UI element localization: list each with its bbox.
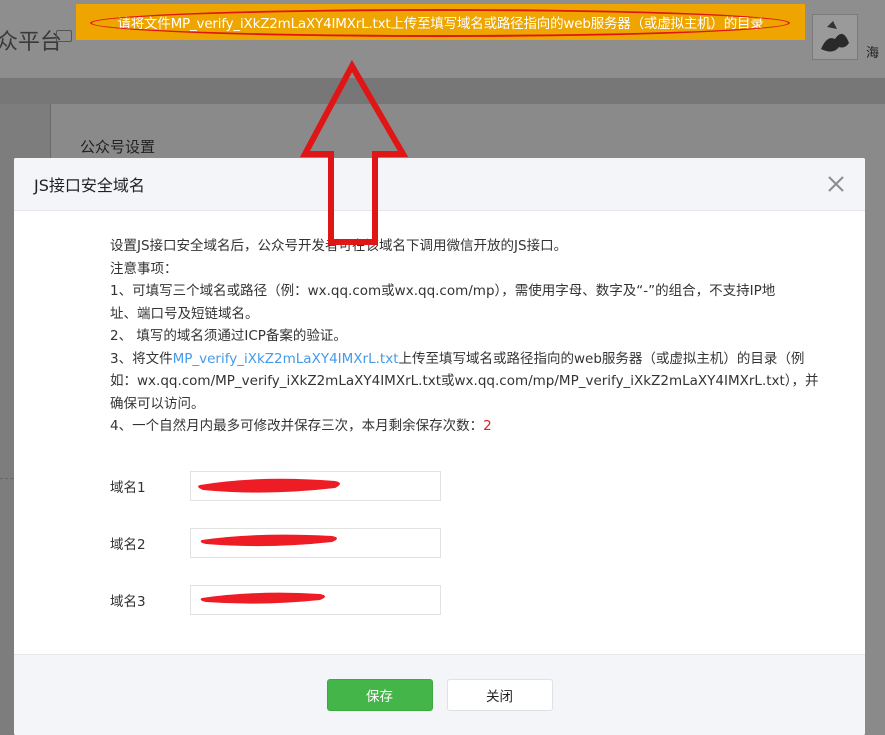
note-1-line-2: 址、端口号及短链域名。 (110, 305, 259, 322)
domain-row-1: 域名1 (110, 458, 865, 515)
domain-label-2: 域名2 (110, 537, 146, 553)
note-4: 4、一个自然月内最多可修改并保存三次，本月剩余保存次数：2 (110, 415, 865, 438)
domain-input-1[interactable] (190, 471, 441, 501)
description: 设置JS接口安全域名后，公众号开发者可在该域名下调用微信开放的JS接口。 注意事… (110, 235, 865, 438)
note-4-prefix: 4、一个自然月内最多可修改并保存三次，本月剩余保存次数： (110, 418, 484, 434)
note-3-line-1: 3、将文件MP_verify_iXkZ2mLaXY4IMXrL.txt上传至填写… (110, 348, 865, 371)
save-button[interactable]: 保存 (326, 679, 433, 711)
beta-badge-icon (56, 30, 72, 42)
platform-title: 众平台 (0, 30, 63, 55)
note-3-suffix: 上传至填写域名或路径指向的web服务器（或虚拟主机）的目录（例 (398, 350, 805, 367)
note-2: 2、 填写的域名须通过ICP备案的验证。 (110, 328, 347, 344)
nav-bar (0, 78, 885, 104)
note-1-line-1: 1、可填写三个域名或路径（例：wx.qq.com或wx.qq.com/mp），需… (110, 283, 776, 299)
dialog-header: JS接口安全域名 (14, 158, 865, 211)
domain-row-2: 域名2 (110, 515, 865, 572)
section-title: 公众号设置 (80, 138, 156, 156)
domain-label-1: 域名1 (110, 480, 146, 496)
close-button[interactable]: 关闭 (446, 679, 553, 711)
verify-file-link[interactable]: MP_verify_iXkZ2mLaXY4IMXrL.txt (173, 351, 399, 367)
domain-row-3: 域名3 (110, 572, 865, 629)
dialog-body: 设置JS接口安全域名后，公众号开发者可在该域名下调用微信开放的JS接口。 注意事… (14, 211, 865, 629)
dialog-title: JS接口安全域名 (34, 176, 145, 195)
user-name[interactable]: 海 (866, 42, 879, 61)
domain-label-3: 域名3 (110, 594, 146, 610)
notes-heading: 注意事项： (110, 260, 178, 277)
avatar-image-icon (821, 21, 849, 52)
domain-input-2[interactable] (190, 528, 441, 558)
note-3-line-2: 如：wx.qq.com/MP_verify_iXkZ2mLaXY4IMXrL.t… (110, 373, 819, 389)
note-3-line-3: 确保可以访问。 (110, 395, 205, 412)
dialog-footer: 保存 关闭 (14, 654, 865, 735)
domain-input-3[interactable] (190, 585, 441, 615)
annotation-ellipse (90, 9, 790, 37)
avatar[interactable] (812, 14, 858, 60)
intro-text: 设置JS接口安全域名后，公众号开发者可在该域名下调用微信开放的JS接口。 (110, 238, 568, 254)
note-3-prefix: 3、将文件 (110, 350, 173, 367)
js-domain-dialog: JS接口安全域名 设置JS接口安全域名后，公众号开发者可在该域名下调用微信开放的… (14, 158, 865, 735)
remaining-count: 2 (483, 418, 492, 434)
close-icon[interactable] (825, 173, 847, 195)
